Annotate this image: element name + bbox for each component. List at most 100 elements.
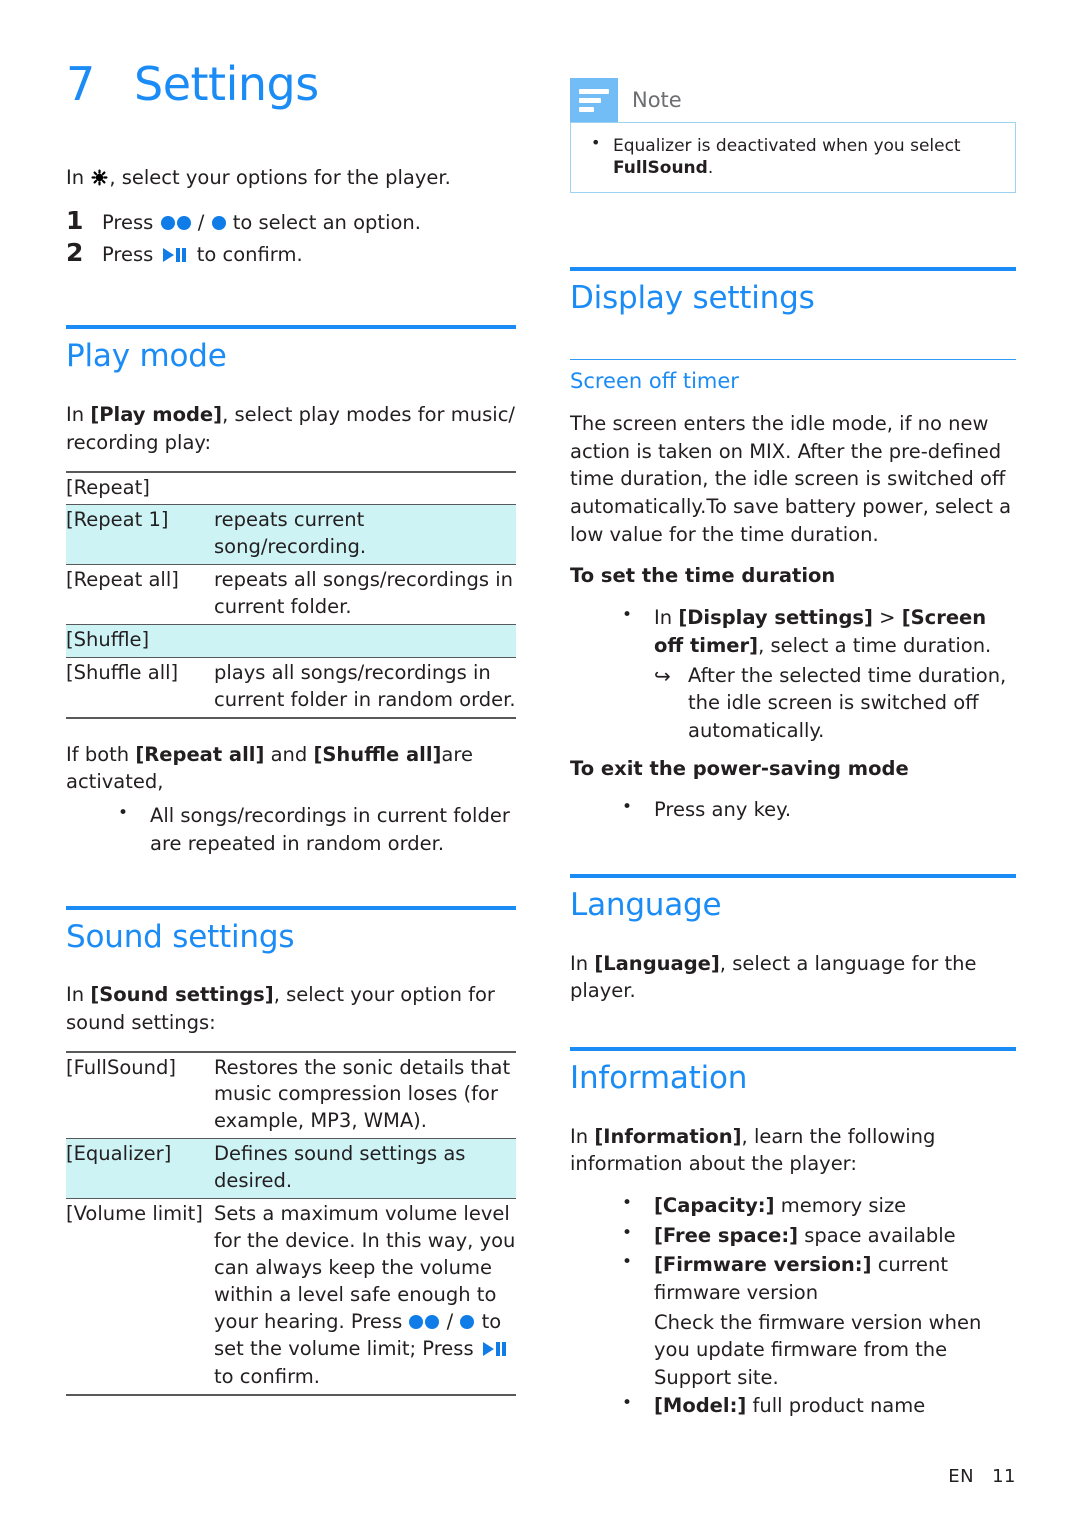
- page-footer: EN 11: [948, 1466, 1016, 1487]
- table-row: [FullSound] Restores the sonic details t…: [66, 1051, 516, 1139]
- sound-row-2-key: [Volume limit]: [66, 1202, 203, 1226]
- play-mode-bullets: All songs/recordings in current folder a…: [66, 801, 516, 857]
- to-exit-bullets: Press any key.: [570, 795, 1016, 824]
- play-mode-note-mid: and: [264, 742, 314, 766]
- table-row: [Repeat]: [66, 471, 516, 505]
- play-mode-note-b2: [Shuffle all]: [313, 742, 442, 766]
- step-1-post: to select an option.: [226, 210, 421, 234]
- table-row: [Repeat all] repeats all songs/recording…: [66, 565, 516, 625]
- section-rule: [570, 873, 1016, 878]
- table-row: [Shuffle]: [66, 624, 516, 658]
- subsection-rule: [570, 358, 1016, 360]
- list-item: All songs/recordings in current folder a…: [66, 801, 516, 857]
- sound-row-0-value: Restores the sonic details that music co…: [214, 1055, 511, 1133]
- list-item: Press any key.: [570, 795, 1016, 824]
- left-column: 7 Settings In , select your options for …: [66, 60, 516, 1396]
- circle-button-icon: [160, 215, 175, 230]
- step-1-number: 1: [66, 205, 84, 235]
- note-item-bold: FullSound: [613, 158, 708, 179]
- gear-icon: [91, 166, 108, 186]
- chapter-number: 7: [66, 57, 95, 111]
- section-rule: [570, 267, 1016, 272]
- step-1: 1 Press / to select an option.: [66, 206, 516, 237]
- sound-settings-section: Sound settings In [Sound settings], sele…: [66, 905, 516, 1397]
- play-mode-intro-pre: In: [66, 403, 91, 427]
- step-2: 2 Press to confirm.: [66, 238, 516, 271]
- sound-row-1-key: [Equalizer]: [66, 1142, 172, 1166]
- table-row: [Equalizer] Defines sound settings as de…: [66, 1138, 516, 1199]
- language-intro-bold: [Language]: [594, 951, 720, 975]
- play-mode-note-pre: If both: [66, 742, 136, 766]
- step-1-text: Press / to select an option.: [102, 208, 516, 237]
- info-item-1-rest: space available: [798, 1223, 956, 1247]
- information-section: Information In [Information], learn the …: [570, 1046, 1016, 1420]
- to-set-bullets: In [Display settings] > [Screen off time…: [570, 603, 1016, 659]
- intro-steps: 1 Press / to select an option. 2 Press t…: [66, 206, 516, 272]
- play-mode-row-4-key: [Shuffle all]: [66, 660, 179, 684]
- list-item: Equalizer is deactivated when you select…: [585, 133, 1001, 179]
- list-item: [Capacity:] memory size: [570, 1191, 1016, 1220]
- intro-lead-post: , select your options for the player.: [109, 166, 451, 190]
- bullet-mid: >: [872, 606, 902, 630]
- play-mode-section: Play mode In [Play mode], select play mo…: [66, 325, 516, 857]
- circle-button-icon: [425, 1314, 440, 1329]
- arrow-bullets: After the selected time duration, the id…: [570, 662, 1016, 745]
- screen-off-timer-heading: Screen off timer: [570, 368, 739, 393]
- info-item-0-bold: [Capacity:]: [654, 1193, 775, 1217]
- table-row: [Repeat 1] repeats current song/recordin…: [66, 504, 516, 565]
- note-box: Note Equalizer is deactivated when you s…: [570, 78, 1016, 194]
- sound-row-2-value: Sets a maximum volume level for the devi…: [214, 1199, 516, 1396]
- intro-lead: In , select your options for the player.: [66, 164, 516, 192]
- screen-off-timer-paragraph: The screen enters the idle mode, if no n…: [570, 412, 1012, 546]
- language-section: Language In [Language], select a languag…: [570, 873, 1016, 1005]
- play-mode-heading: Play mode: [66, 338, 227, 375]
- information-bullets: [Capacity:] memory size [Free space:] sp…: [570, 1191, 1016, 1307]
- circle-button-icon: [460, 1314, 475, 1329]
- step-2-post: to confirm.: [190, 243, 303, 267]
- sound-settings-heading: Sound settings: [66, 918, 295, 955]
- list-item: After the selected time duration, the id…: [570, 662, 1016, 745]
- play-mode-row-3-key: [Shuffle]: [66, 628, 150, 652]
- section-rule: [66, 905, 516, 910]
- step-2-text: Press to confirm.: [102, 240, 516, 271]
- to-exit-power-saving-heading: To exit the power-saving mode: [570, 756, 909, 780]
- section-rule: [66, 325, 516, 330]
- play-mode-intro: In [Play mode], select play modes for mu…: [66, 401, 516, 456]
- circle-button-icon: [176, 215, 191, 230]
- table-row: [Volume limit] Sets a maximum volume lev…: [66, 1199, 516, 1396]
- info-item-3-rest: full product name: [746, 1393, 926, 1417]
- screen-off-timer-subsection: Screen off timer The screen enters the i…: [570, 358, 1016, 824]
- sound-row-2-value-part3: to confirm.: [214, 1365, 320, 1389]
- to-set-time-duration-heading: To set the time duration: [570, 564, 836, 588]
- bullet-pre: In: [654, 606, 679, 630]
- note-body: Equalizer is deactivated when you select…: [570, 122, 1016, 194]
- play-pause-icon: [162, 242, 189, 271]
- list-item: In [Display settings] > [Screen off time…: [570, 603, 1016, 659]
- sound-row-0-key: [FullSound]: [66, 1055, 176, 1079]
- firmware-note: Check the firmware version when you upda…: [654, 1310, 982, 1390]
- note-list: Equalizer is deactivated when you select…: [585, 133, 1001, 179]
- step-2-number: 2: [66, 238, 84, 268]
- manual-page: 7 Settings In , select your options for …: [0, 0, 1080, 1527]
- circle-button-icon: [211, 215, 226, 230]
- language-heading: Language: [570, 886, 722, 923]
- play-pause-icon: [482, 1338, 509, 1365]
- sound-settings-table: [FullSound] Restores the sonic details t…: [66, 1051, 516, 1397]
- chapter-title-text: Settings: [134, 57, 319, 111]
- play-mode-row-1-key: [Repeat 1]: [66, 508, 169, 532]
- sound-row-2-value-part1: Sets a maximum volume level for the devi…: [214, 1202, 516, 1333]
- right-column: Note Equalizer is deactivated when you s…: [570, 78, 1016, 1421]
- play-mode-note: If both [Repeat all] and [Shuffle all]ar…: [66, 741, 516, 796]
- language-intro: In [Language], select a language for the…: [570, 950, 1016, 1005]
- sound-row-1-value: Defines sound settings as desired.: [214, 1142, 466, 1193]
- bullet-b1: [Display settings]: [678, 606, 873, 630]
- info-item-2-bold: [Firmware version:]: [654, 1253, 872, 1277]
- display-settings-section: Display settings Screen off timer The sc…: [570, 267, 1016, 824]
- list-item: [Free space:] space available: [570, 1221, 1016, 1250]
- language-intro-pre: In: [570, 951, 595, 975]
- sound-row-2-value-mid: /: [440, 1309, 460, 1333]
- info-item-1-bold: [Free space:]: [654, 1223, 799, 1247]
- play-mode-note-b1: [Repeat all]: [135, 742, 265, 766]
- display-settings-heading: Display settings: [570, 280, 815, 317]
- sound-settings-intro: In [Sound settings], select your option …: [66, 981, 516, 1036]
